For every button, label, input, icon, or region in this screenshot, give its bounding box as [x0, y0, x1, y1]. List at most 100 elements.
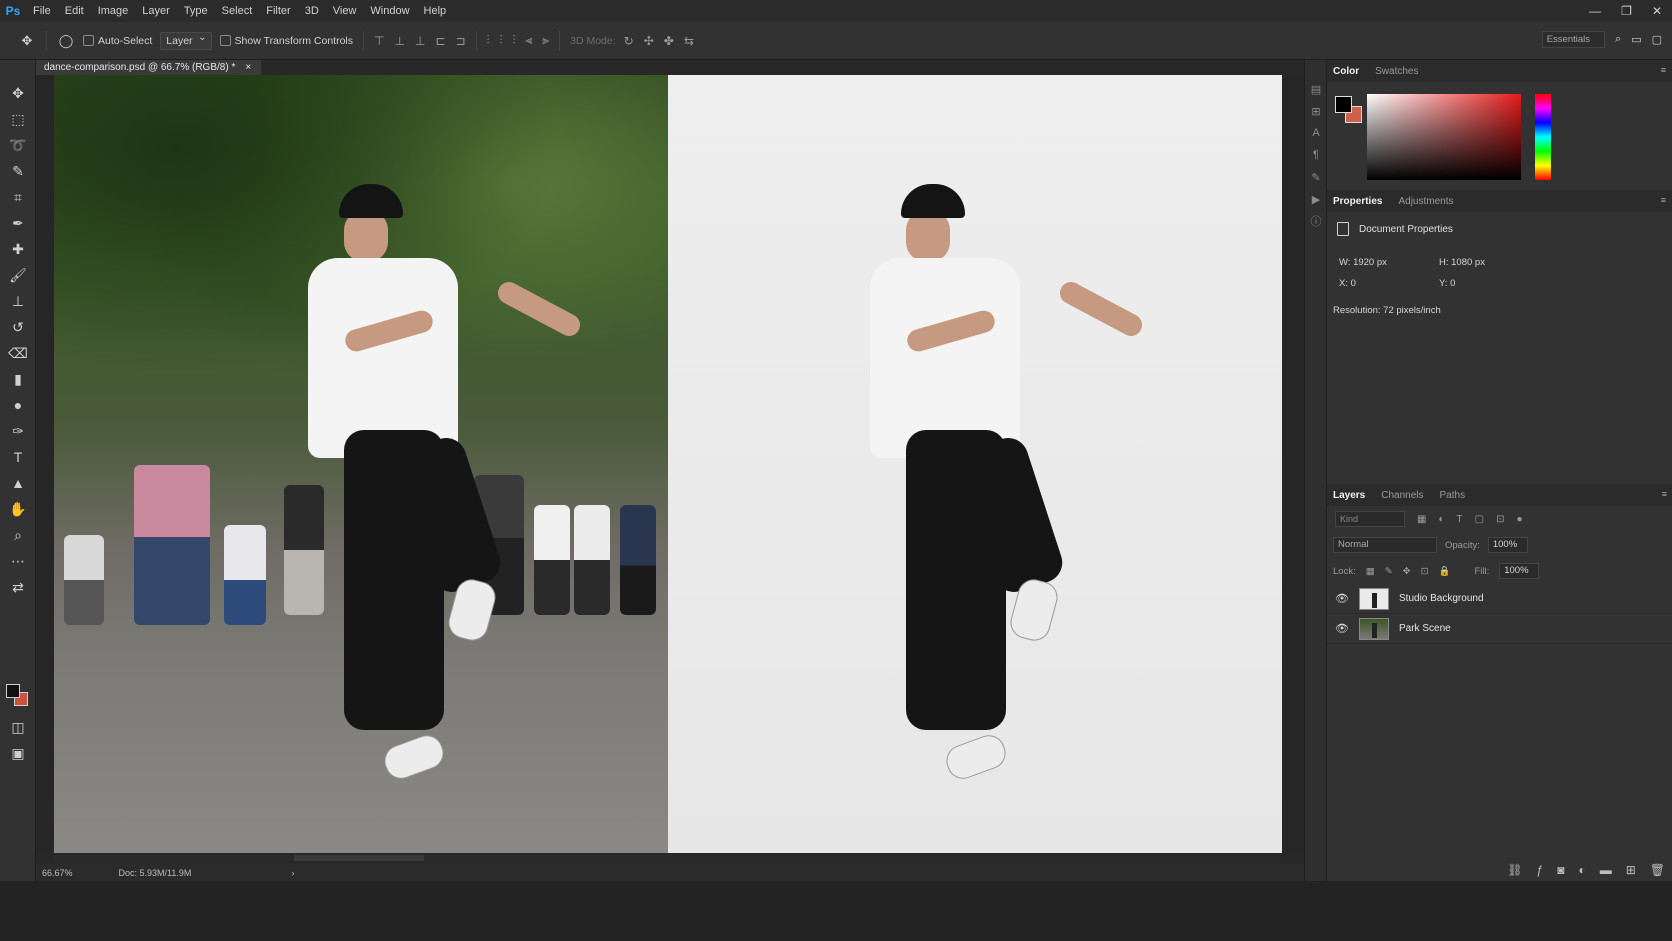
lock-artboard-icon[interactable]: ⊡	[1421, 566, 1429, 577]
history-brush-tool-icon[interactable]: ↺	[0, 314, 36, 340]
layer-row-studio-background[interactable]: 👁 Studio Background	[1327, 584, 1672, 614]
path-selection-tool-icon[interactable]: ▲	[0, 470, 36, 496]
menu-select[interactable]: Select	[215, 0, 260, 22]
menu-view[interactable]: View	[326, 0, 364, 22]
lock-position-icon[interactable]: ✥	[1403, 566, 1411, 577]
align-bottom-icon[interactable]: ⊥	[415, 34, 425, 48]
distribute-bottom-icon[interactable]: ⫶	[513, 33, 516, 48]
canvas-area[interactable]	[36, 75, 1304, 853]
fill-input[interactable]: 100%	[1499, 563, 1540, 579]
default-colors-icon[interactable]: ⇄	[0, 574, 36, 600]
history-panel-icon[interactable]: ▤	[1305, 78, 1327, 100]
color-picker-field[interactable]	[1367, 94, 1521, 180]
filter-type-icon[interactable]: T	[1457, 514, 1463, 525]
document-tab[interactable]: dance-comparison.psd @ 66.7% (RGB/8) * ×	[36, 60, 262, 75]
auto-select-checkbox[interactable]: Auto-Select	[83, 35, 152, 47]
lock-image-icon[interactable]: ✎	[1385, 566, 1393, 577]
lasso-tool-icon[interactable]: ➰	[0, 132, 36, 158]
layer-kind-filter[interactable]: Kind	[1335, 511, 1405, 527]
lock-transparent-icon[interactable]: ▦	[1366, 566, 1375, 577]
new-layer-icon[interactable]: ⊞	[1626, 863, 1636, 877]
eye-icon[interactable]: 👁	[1335, 592, 1349, 605]
info-panel-icon[interactable]: ⓘ	[1305, 210, 1327, 232]
healing-brush-tool-icon[interactable]: ✚	[0, 236, 36, 262]
distribute-top-icon[interactable]: ⫶	[487, 33, 490, 48]
eyedropper-tool-icon[interactable]: ✒	[0, 210, 36, 236]
tab-channels[interactable]: Channels	[1381, 490, 1423, 501]
distribute-right-icon[interactable]: ⫸	[542, 33, 549, 48]
share-icon[interactable]: ▢	[1652, 33, 1662, 46]
hue-slider[interactable]	[1535, 94, 1551, 180]
layer-row-park-scene[interactable]: 👁 Park Scene	[1327, 614, 1672, 644]
close-tab-icon[interactable]: ×	[245, 60, 251, 75]
panel-menu-icon[interactable]: ≡	[1661, 195, 1666, 205]
character-panel-icon[interactable]: A	[1305, 122, 1327, 144]
menu-edit[interactable]: Edit	[58, 0, 91, 22]
menu-type[interactable]: Type	[177, 0, 215, 22]
tab-layers[interactable]: Layers	[1333, 490, 1365, 501]
gradient-tool-icon[interactable]: ▮	[0, 366, 36, 392]
dodge-tool-icon[interactable]: ●	[0, 392, 36, 418]
paragraph-panel-icon[interactable]: ¶	[1305, 144, 1327, 166]
arrange-icon[interactable]: ▭	[1631, 33, 1641, 46]
height-field[interactable]: H: 1080 px	[1439, 257, 1539, 268]
3d-slide-icon[interactable]: ⇆	[684, 34, 694, 48]
color-foreground-swatch[interactable]	[1335, 96, 1352, 113]
close-button[interactable]: ✕	[1652, 4, 1662, 18]
minimize-button[interactable]: —	[1589, 4, 1601, 18]
move-tool-preset-icon[interactable]: ✥	[18, 32, 36, 50]
pen-tool-icon[interactable]: ✑	[0, 418, 36, 444]
menu-help[interactable]: Help	[417, 0, 454, 22]
menu-window[interactable]: Window	[363, 0, 416, 22]
filter-adjustment-icon[interactable]: ◐	[1438, 514, 1444, 525]
menu-image[interactable]: Image	[91, 0, 136, 22]
vertical-scrollbar[interactable]	[1286, 75, 1294, 853]
menu-layer[interactable]: Layer	[135, 0, 177, 22]
horizontal-scrollbar[interactable]	[54, 855, 1280, 861]
3d-roll-icon[interactable]: ✣	[644, 34, 654, 48]
hand-tool-icon[interactable]: ✋	[0, 496, 36, 522]
distribute-left-icon[interactable]: ⫷	[526, 33, 533, 48]
quick-select-tool-icon[interactable]: ✎	[0, 158, 36, 184]
new-adjustment-icon[interactable]: ◐	[1578, 863, 1585, 877]
menu-3d[interactable]: 3D	[298, 0, 326, 22]
document-canvas[interactable]	[54, 75, 1282, 853]
filter-shape-icon[interactable]: ▢	[1475, 514, 1484, 525]
y-field[interactable]: Y: 0	[1439, 278, 1539, 289]
zoom-level[interactable]: 66.67%	[42, 868, 73, 878]
auto-select-target-dropdown[interactable]: Layer	[160, 31, 212, 50]
layer-style-icon[interactable]: ƒ	[1537, 863, 1544, 877]
actions-panel-icon[interactable]: ▶	[1305, 188, 1327, 210]
new-group-icon[interactable]: ▬	[1600, 863, 1612, 877]
panel-menu-icon[interactable]: ≡	[1661, 65, 1666, 75]
eraser-tool-icon[interactable]: ⌫	[0, 340, 36, 366]
show-transform-box[interactable]	[219, 35, 231, 46]
delete-layer-icon[interactable]: 🗑	[1650, 863, 1665, 877]
distribute-center-icon[interactable]: ⫶	[500, 33, 503, 48]
link-layers-icon[interactable]: ⛓	[1507, 863, 1522, 877]
libraries-panel-icon[interactable]: ⊞	[1305, 100, 1327, 122]
workspace-dropdown[interactable]: Essentials	[1541, 31, 1606, 48]
width-field[interactable]: W: 1920 px	[1339, 257, 1439, 268]
tab-paths[interactable]: Paths	[1440, 490, 1466, 501]
tab-swatches[interactable]: Swatches	[1375, 66, 1418, 77]
clone-stamp-tool-icon[interactable]: ⊥	[0, 288, 36, 314]
menu-file[interactable]: File	[26, 0, 58, 22]
tab-properties[interactable]: Properties	[1333, 196, 1382, 207]
eye-icon[interactable]: 👁	[1335, 622, 1349, 635]
horizontal-scroll-thumb[interactable]	[294, 855, 424, 861]
lock-all-icon[interactable]: 🔒	[1439, 566, 1451, 577]
filter-toggle-icon[interactable]: ●	[1516, 514, 1522, 525]
opacity-input[interactable]: 100%	[1487, 537, 1528, 553]
tab-color[interactable]: Color	[1333, 66, 1359, 77]
move-tool-icon[interactable]: ✥	[0, 80, 36, 106]
brush-tool-icon[interactable]: 🖌	[0, 262, 36, 288]
align-vcenter-icon[interactable]: ⊥	[394, 34, 404, 48]
brushes-panel-icon[interactable]: ✎	[1305, 166, 1327, 188]
auto-select-box[interactable]	[83, 35, 94, 46]
3d-rotate-icon[interactable]: ↻	[624, 34, 634, 48]
show-transform-checkbox[interactable]: Show Transform Controls	[219, 35, 353, 47]
align-hcenter-icon[interactable]: ⊐	[455, 34, 465, 48]
screen-mode-icon[interactable]: ▣	[0, 740, 36, 766]
3d-pan-icon[interactable]: ✤	[664, 34, 674, 48]
